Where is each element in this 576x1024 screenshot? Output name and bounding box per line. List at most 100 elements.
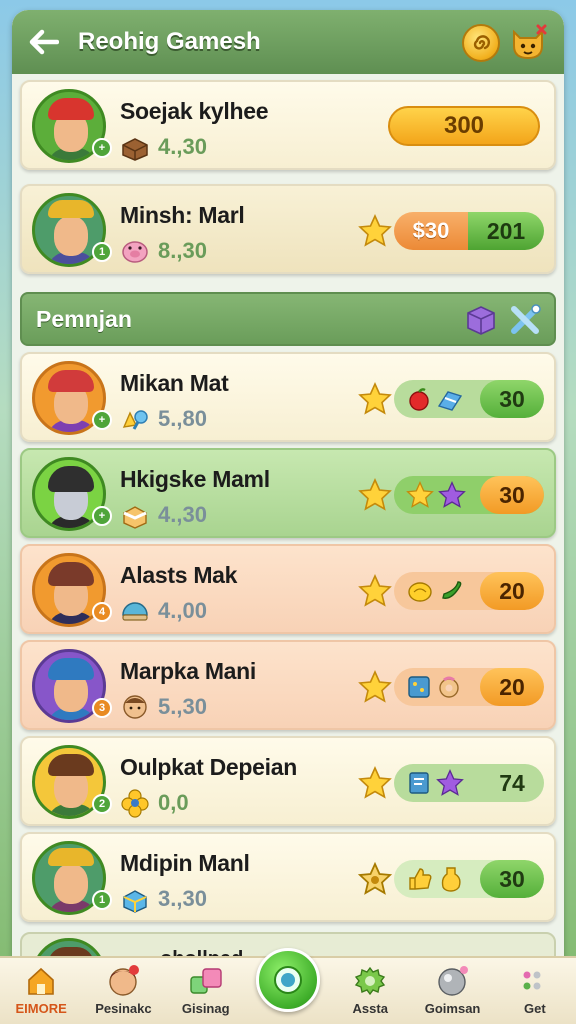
thumbs-up-icon [409, 868, 432, 890]
player-name: Marpka Mani [120, 658, 257, 684]
level-badge: 2 [92, 794, 112, 814]
player-score: 5.,80 [158, 406, 207, 431]
flower-icon [120, 788, 150, 818]
pet-button[interactable] [508, 22, 548, 62]
reward-bar[interactable]: 20 [394, 572, 544, 610]
player-score: 3.,30 [158, 886, 207, 911]
spiral-icon [473, 35, 491, 50]
cube-icon [120, 884, 150, 914]
coin-button[interactable] [462, 24, 500, 62]
reward-value: 30 [480, 860, 544, 898]
level-badge: 1 [92, 890, 112, 910]
player-name: Mikan Mat [120, 370, 229, 396]
cost-value: $30 [394, 212, 468, 250]
player-card[interactable]: 2 Oulpkat Depeian 0,0 74 [20, 736, 556, 826]
reward-value: 74 [499, 769, 525, 796]
star-icon [358, 478, 392, 511]
player-card[interactable]: + Mikan Mat 5.,80 30 [20, 352, 556, 442]
player-score: 4.,30 [158, 502, 207, 527]
lemon-icon [408, 582, 432, 602]
purple-star-icon [436, 769, 464, 796]
player-card[interactable]: + Hkigske Maml 4.,30 30 [20, 448, 556, 538]
key-icon [120, 404, 150, 434]
play-icon [255, 948, 320, 1012]
reward-value: 30 [480, 476, 544, 514]
gem-icon [437, 391, 463, 411]
page-title: Reohig Gamesh [78, 28, 261, 55]
avatar-icon [106, 964, 140, 998]
reward-split-pill[interactable]: $30 201 [394, 212, 544, 250]
gear-icon [353, 964, 387, 998]
apple-icon [409, 388, 429, 411]
reward-bar[interactable]: 30 [394, 860, 544, 898]
star-icon [358, 382, 392, 415]
level-badge: + [92, 506, 112, 526]
player-name: Soejak kylhee [120, 98, 269, 124]
card-icon [409, 772, 429, 794]
nav-play-center[interactable] [247, 948, 329, 1016]
level-badge: 3 [92, 698, 112, 718]
player-score: 0,0 [158, 790, 189, 815]
section-header: Pemnjan [20, 292, 556, 346]
level-badge: + [92, 138, 112, 158]
cake-icon [120, 500, 150, 530]
tools-icon[interactable] [508, 303, 542, 337]
reward-bar[interactable]: 30 [394, 380, 544, 418]
star-icon [358, 766, 392, 799]
points-value: 201 [468, 212, 544, 250]
player-card[interactable]: 4 Alasts Mak 4.,00 20 [20, 544, 556, 634]
back-arrow-icon [29, 29, 59, 55]
wood-icon [120, 132, 150, 162]
player-name: Alasts Mak [120, 562, 238, 588]
nav-blocks[interactable]: Gisinag [165, 964, 247, 1016]
player-name: Minsh: Marl [120, 202, 245, 228]
player-card[interactable]: 1 Minsh: Marl 8.,30 $30 201 [20, 184, 556, 274]
player-card[interactable]: 1 Mdipin Manl 3.,30 30 [20, 832, 556, 922]
player-name: Hkigske Maml [120, 466, 270, 492]
level-badge: + [92, 410, 112, 430]
star-reward-icon [406, 481, 434, 508]
nav-more[interactable]: Get [494, 964, 576, 1016]
top-header: Reohig Gamesh [12, 10, 564, 74]
pig-icon [120, 236, 150, 266]
pet-icon [513, 24, 547, 60]
nav-profile[interactable]: Pesinakc [82, 964, 164, 1016]
back-button[interactable] [26, 24, 62, 60]
shell-icon [120, 596, 150, 626]
reward-value: 20 [480, 572, 544, 610]
player-score: 4.,00 [158, 598, 207, 623]
player-card[interactable]: 3 Marpka Mani 5.,30 20 [20, 640, 556, 730]
player-name: Oulpkat Depeian [120, 754, 297, 780]
reward-value: 30 [480, 380, 544, 418]
star-icon [358, 670, 392, 703]
section-title: Pemnjan [36, 305, 132, 332]
player-score: 8.,30 [158, 238, 207, 263]
home-icon [24, 964, 58, 998]
reward-bar[interactable]: 30 [394, 476, 544, 514]
star-icon [358, 214, 392, 247]
purple-star-icon [438, 481, 466, 508]
pepper-icon [442, 581, 462, 599]
player-name: Mdipin Manl [120, 850, 250, 876]
player-card[interactable]: + Soejak kylhee 4.,30 300 [20, 80, 556, 170]
nav-home[interactable]: EIMORE [0, 964, 82, 1016]
map-icon [408, 676, 430, 698]
reward-pill[interactable]: 300 [388, 106, 540, 146]
bottom-nav: EIMORE Pesinakc Gisinag Assta Goimsan Ge… [0, 948, 576, 1024]
nav-settings[interactable]: Assta [329, 964, 411, 1016]
blocks-icon [189, 964, 223, 998]
sphere-icon [436, 964, 470, 998]
star-badge-icon [358, 862, 392, 895]
level-badge: 4 [92, 602, 112, 622]
donut-icon [439, 676, 459, 698]
reward-value: 20 [480, 668, 544, 706]
main-panel: Reohig Gamesh + Soejak kylhee 4.,30 300 … [12, 10, 564, 1024]
level-badge: 1 [92, 242, 112, 262]
box-icon[interactable] [464, 303, 498, 337]
nav-sphere[interactable]: Goimsan [411, 964, 493, 1016]
reward-bar[interactable]: 20 [394, 668, 544, 706]
dots-icon [518, 964, 552, 998]
player-score: 4.,30 [158, 134, 207, 159]
reward-bar[interactable]: 74 [394, 764, 544, 802]
star-icon [358, 574, 392, 607]
